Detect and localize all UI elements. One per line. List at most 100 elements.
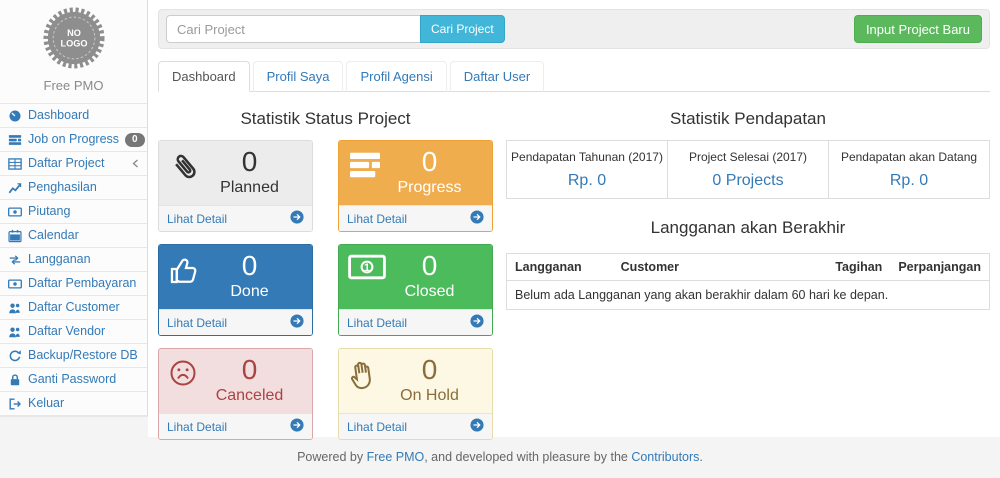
sidebar-item-calendar[interactable]: Calendar — [0, 224, 147, 248]
status-column: Statistik Status Project 0 Planned Lihat… — [158, 92, 493, 440]
status-card-footer: Lihat Detail — [159, 413, 312, 439]
search-panel: Cari Project Input Project Baru — [158, 9, 990, 49]
arrow-circle-right-icon[interactable] — [470, 210, 484, 227]
stat-cell-pendapatan-akan-datang: Pendapatan akan Datang Rp. 0 — [829, 141, 989, 198]
main-content: Cari Project Input Project Baru Dashboar… — [148, 0, 1000, 437]
sidebar-item-ganti-password[interactable]: Ganti Password — [0, 368, 147, 392]
dashboard-icon — [8, 109, 22, 123]
job-count-badge: 0 — [125, 133, 145, 147]
status-card-planned: 0 Planned Lihat Detail — [158, 140, 313, 232]
stat-label: Pendapatan Tahunan (2017) — [511, 150, 663, 164]
stat-value: Rp. 0 — [833, 172, 985, 190]
lihat-detail-link[interactable]: Lihat Detail — [347, 316, 407, 330]
sidebar-item-daftar-pembayaran[interactable]: Daftar Pembayaran — [0, 272, 147, 296]
lihat-detail-link[interactable]: Lihat Detail — [167, 212, 227, 226]
lihat-detail-link[interactable]: Lihat Detail — [347, 212, 407, 226]
line-chart-icon — [8, 181, 22, 195]
status-label: Canceled — [187, 385, 312, 406]
tab-daftar-user[interactable]: Daftar User — [450, 61, 544, 92]
tab-dashboard[interactable]: Dashboard — [158, 61, 250, 92]
arrow-circle-right-icon[interactable] — [290, 418, 304, 435]
sidebar-item-label: Backup/Restore DB — [28, 348, 138, 363]
status-card-body: 0 Canceled — [159, 349, 312, 413]
arrow-circle-right-icon[interactable] — [470, 418, 484, 435]
free-pmo-link[interactable]: Free PMO — [367, 450, 425, 464]
status-label: Progress — [367, 177, 492, 198]
status-card-progress: 0 Progress Lihat Detail — [338, 140, 493, 232]
brand-name: Free PMO — [0, 78, 147, 93]
search-input[interactable] — [166, 15, 421, 43]
sidebar-item-langganan[interactable]: Langganan — [0, 248, 147, 272]
status-section-title: Statistik Status Project — [158, 109, 493, 129]
stat-label: Project Selesai (2017) — [672, 150, 824, 164]
sidebar-item-daftar-project[interactable]: Daftar Project — [0, 152, 147, 176]
col-tagihan: Tagihan — [827, 254, 890, 281]
col-customer: Customer — [613, 254, 828, 281]
col-perpanjangan: Perpanjangan — [890, 254, 989, 281]
sidebar-item-dashboard[interactable]: Dashboard — [0, 104, 147, 128]
status-count: 0 — [187, 354, 312, 385]
tasks-icon — [8, 133, 22, 147]
footer-text: Powered by — [297, 450, 366, 464]
tab-profil-saya[interactable]: Profil Saya — [253, 61, 344, 92]
status-count: 0 — [367, 354, 492, 385]
arrow-circle-right-icon[interactable] — [290, 210, 304, 227]
status-card-footer: Lihat Detail — [339, 413, 492, 439]
subscription-section-title: Langganan akan Berakhir — [506, 218, 990, 238]
sidebar-item-daftar-customer[interactable]: Daftar Customer — [0, 296, 147, 320]
status-count: 0 — [367, 146, 492, 177]
tasks-icon — [348, 150, 382, 185]
arrow-circle-right-icon[interactable] — [470, 314, 484, 331]
status-count: 0 — [187, 250, 312, 281]
no-logo-seal-icon: NO LOGO — [43, 7, 105, 69]
sidebar-item-job-on-progress[interactable]: Job on Progress 0 — [0, 128, 147, 152]
status-card-body: 0 Progress — [339, 141, 492, 205]
sidebar-item-keluar[interactable]: Keluar — [0, 392, 147, 416]
page-footer: Powered by Free PMO, and developed with … — [0, 450, 1000, 464]
lihat-detail-link[interactable]: Lihat Detail — [347, 420, 407, 434]
arrow-circle-right-icon[interactable] — [290, 314, 304, 331]
stat-value: Rp. 0 — [511, 172, 663, 190]
sidebar-item-label: Daftar Pembayaran — [28, 276, 136, 291]
stat-cell-project-selesai: Project Selesai (2017) 0 Projects — [668, 141, 829, 198]
status-cards-grid: 0 Planned Lihat Detail 0 Progress — [158, 140, 493, 440]
footer-text: . — [699, 450, 702, 464]
status-card-closed: 1 0 Closed Lihat Detail — [338, 244, 493, 336]
lihat-detail-link[interactable]: Lihat Detail — [167, 316, 227, 330]
sidebar-item-label: Keluar — [28, 396, 64, 411]
users-icon — [8, 301, 22, 315]
status-card-done: 0 Done Lihat Detail — [158, 244, 313, 336]
status-card-footer: Lihat Detail — [339, 205, 492, 231]
money-icon — [8, 205, 22, 219]
sign-out-icon — [8, 397, 22, 411]
sidebar-item-backup-restore[interactable]: Backup/Restore DB — [0, 344, 147, 368]
status-card-footer: Lihat Detail — [159, 309, 312, 335]
income-section-title: Statistik Pendapatan — [506, 109, 990, 129]
lock-icon — [8, 373, 22, 387]
input-project-baru-button[interactable]: Input Project Baru — [854, 15, 982, 43]
status-count: 0 — [187, 146, 312, 177]
sidebar-item-label: Daftar Project — [28, 156, 104, 171]
stat-label: Pendapatan akan Datang — [833, 150, 985, 164]
money-icon — [8, 277, 22, 291]
footer-text: , and developed with pleasure by the — [424, 450, 631, 464]
lihat-detail-link[interactable]: Lihat Detail — [167, 420, 227, 434]
sidebar-item-label: Dashboard — [28, 108, 89, 123]
income-column: Statistik Pendapatan Pendapatan Tahunan … — [506, 92, 990, 440]
status-card-footer: Lihat Detail — [159, 205, 312, 231]
sidebar-item-label: Job on Progress — [28, 132, 119, 147]
sidebar-item-label: Calendar — [28, 228, 79, 243]
logo-text-line1: NO — [67, 28, 81, 38]
subscription-table-wrap: Langganan Customer Tagihan Perpanjangan … — [506, 253, 990, 310]
sidebar-item-piutang[interactable]: Piutang — [0, 200, 147, 224]
sidebar-item-penghasilan[interactable]: Penghasilan — [0, 176, 147, 200]
sidebar-item-label: Penghasilan — [28, 180, 97, 195]
status-card-onhold: 0 On Hold Lihat Detail — [338, 348, 493, 440]
contributors-link[interactable]: Contributors — [631, 450, 699, 464]
search-group: Cari Project — [166, 15, 505, 43]
sidebar-item-label: Langganan — [28, 252, 91, 267]
search-button[interactable]: Cari Project — [420, 15, 505, 43]
sidebar-item-daftar-vendor[interactable]: Daftar Vendor — [0, 320, 147, 344]
tab-profil-agensi[interactable]: Profil Agensi — [346, 61, 446, 92]
calendar-icon — [8, 229, 22, 243]
